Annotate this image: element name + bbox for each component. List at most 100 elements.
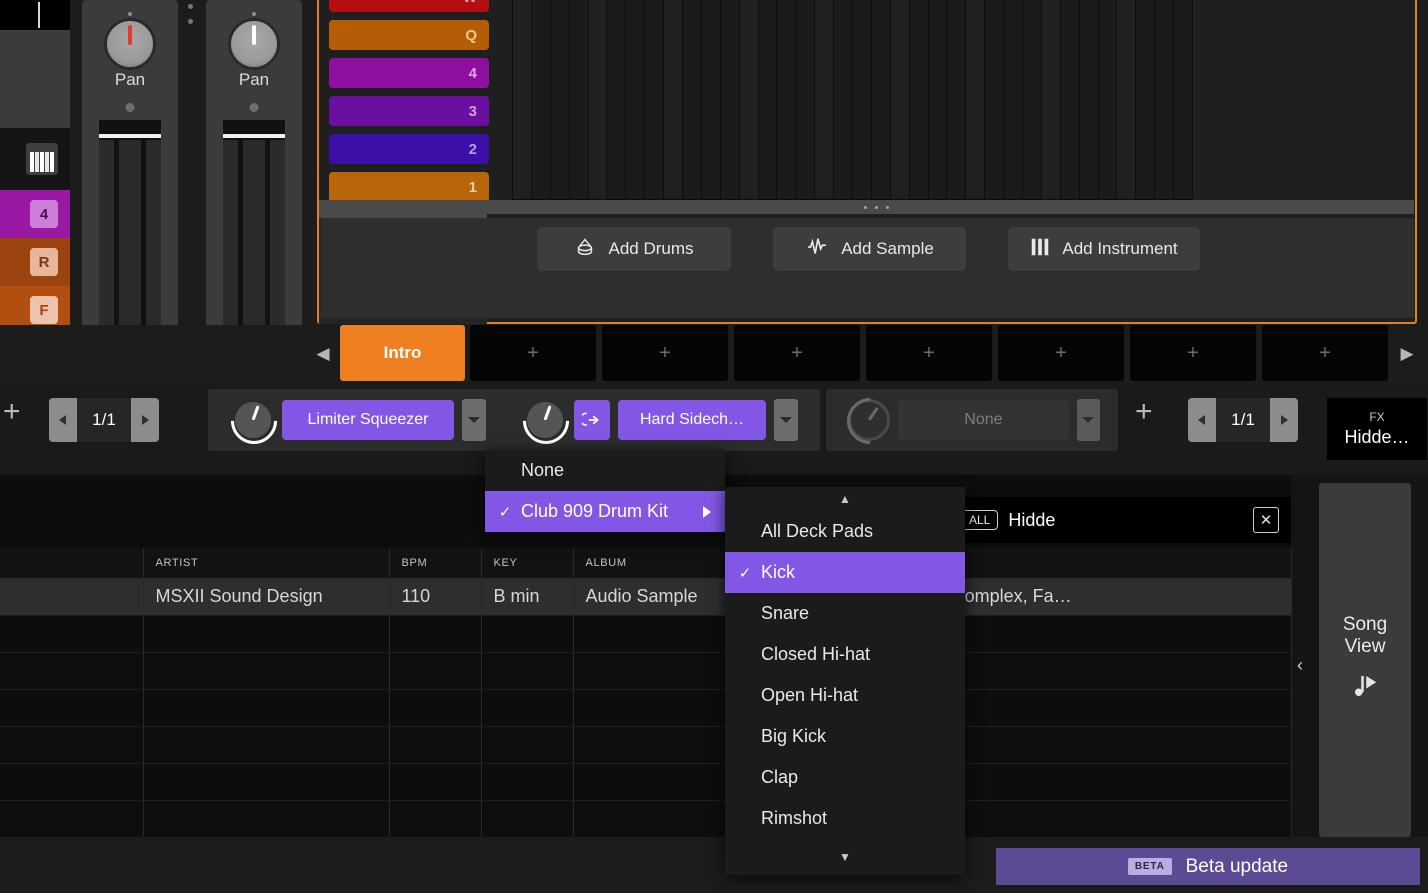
fx-slot-1-name[interactable]: Limiter Squeezer [282, 400, 454, 440]
scene-tab-add-3[interactable]: + [734, 325, 860, 381]
submenu-item-open-hihat[interactable]: Open Hi-hat [725, 675, 965, 716]
piano-roll-column[interactable] [796, 0, 815, 199]
fx-hidden-indicator[interactable]: FX Hidde… [1327, 398, 1427, 460]
browser-collapse-icon[interactable]: ‹ [1297, 655, 1303, 676]
piano-roll-column[interactable] [1061, 0, 1080, 199]
table-row[interactable] [0, 726, 1291, 763]
fx-pager-left-prev[interactable] [49, 398, 77, 442]
piano-roll-column[interactable] [721, 0, 740, 199]
fx-pager-left-next[interactable] [131, 398, 159, 442]
piano-roll-column[interactable] [777, 0, 796, 199]
search-clear-icon[interactable]: ✕ [1253, 507, 1279, 533]
fx-amount-knob-2[interactable] [524, 399, 566, 441]
fader-handle-1[interactable] [99, 118, 161, 140]
piano-roll-column[interactable] [966, 0, 985, 199]
search-bar[interactable]: ALL Hidde ✕ [949, 497, 1291, 543]
piano-roll-column[interactable] [702, 0, 721, 199]
col-header-0[interactable] [0, 548, 143, 578]
piano-roll-column[interactable] [1023, 0, 1042, 199]
table-row[interactable] [0, 689, 1291, 726]
fx-amount-knob-3[interactable] [848, 399, 890, 441]
piano-roll-column[interactable] [683, 0, 702, 199]
piano-roll-column[interactable] [1155, 0, 1174, 199]
fader-handle-2[interactable] [223, 118, 285, 140]
piano-roll-column[interactable] [513, 0, 532, 199]
scene-tab-add-1[interactable]: + [470, 325, 596, 381]
fx-menu-item-none[interactable]: None [485, 450, 725, 491]
deck-pad-w[interactable]: W [329, 0, 489, 12]
deck-pads-submenu[interactable]: ▲ All Deck Pads ✓ Kick Snare Closed Hi-h… [725, 487, 965, 875]
piano-roll-column[interactable] [1004, 0, 1023, 199]
table-row[interactable] [0, 763, 1291, 800]
table-row[interactable] [0, 615, 1291, 652]
deck-pad-4[interactable]: 4 [329, 58, 489, 88]
piano-roll-column[interactable] [815, 0, 834, 199]
piano-roll-column[interactable] [853, 0, 872, 199]
rail-button-keyboard[interactable] [0, 135, 70, 183]
scene-tab-add-7[interactable]: + [1262, 325, 1388, 381]
piano-roll-scrollbar[interactable] [319, 200, 1414, 214]
piano-roll-column[interactable] [589, 0, 608, 199]
search-input[interactable]: Hidde [1008, 510, 1243, 531]
fx-amount-knob-1[interactable] [232, 399, 274, 441]
fx-slot-2-dropdown[interactable] [774, 399, 798, 441]
piano-roll-column[interactable] [532, 0, 551, 199]
deck-pad-q[interactable]: Q [329, 20, 489, 50]
channel-menu-dots-icon[interactable] [188, 4, 193, 34]
add-instrument-button[interactable]: Add Instrument [1008, 227, 1200, 271]
table-row[interactable] [0, 800, 1291, 837]
piano-roll-column[interactable] [551, 0, 570, 199]
scene-next-arrow-icon[interactable]: ▶ [1396, 343, 1418, 365]
fx-dropdown-menu[interactable]: None ✓ Club 909 Drum Kit [485, 450, 725, 532]
fx-add-left-button[interactable]: + [3, 395, 21, 429]
scene-tab-add-2[interactable]: + [602, 325, 728, 381]
fx-slot-1-dropdown[interactable] [462, 399, 486, 441]
table-row[interactable]: MSXII Sound Design 110 B min Audio Sampl… [0, 578, 1291, 615]
piano-roll-column[interactable] [626, 0, 645, 199]
col-header-key[interactable]: KEY [481, 548, 573, 578]
scene-prev-arrow-icon[interactable]: ◀ [312, 343, 334, 365]
submenu-item-closed-hihat[interactable]: Closed Hi-hat [725, 634, 965, 675]
pan-knob-1[interactable] [103, 18, 157, 70]
beta-update-banner[interactable]: BETA Beta update [996, 848, 1420, 885]
add-drums-button[interactable]: Add Drums [537, 227, 731, 271]
scene-tab-add-4[interactable]: + [866, 325, 992, 381]
fx-slot-3[interactable]: None [838, 389, 1110, 451]
fx-slot-3-dropdown[interactable] [1077, 399, 1100, 441]
piano-roll-column[interactable] [740, 0, 759, 199]
submenu-item-snare[interactable]: Snare [725, 593, 965, 634]
fx-slot-2[interactable]: Hard Sidech… [514, 389, 814, 451]
fx-slot-2-name[interactable]: Hard Sidech… [618, 400, 766, 440]
piano-roll-column[interactable] [759, 0, 778, 199]
col-header-album[interactable]: ALBUM [573, 548, 728, 578]
fx-menu-item-club-909[interactable]: ✓ Club 909 Drum Kit [485, 491, 725, 532]
submenu-item-all-deck-pads[interactable]: All Deck Pads [725, 511, 965, 552]
submenu-item-rimshot[interactable]: Rimshot [725, 798, 965, 839]
song-view-panel[interactable]: Song View [1319, 483, 1411, 837]
piano-roll-column[interactable] [1080, 0, 1099, 199]
fx-pager-right-next[interactable] [1270, 398, 1298, 442]
table-row[interactable] [0, 652, 1291, 689]
submenu-scroll-up-icon[interactable]: ▲ [725, 487, 965, 511]
search-scope-all[interactable]: ALL [961, 510, 998, 530]
deck-pad-1[interactable]: 1 [329, 172, 489, 202]
fx-pager-right-prev[interactable] [1188, 398, 1216, 442]
piano-roll-column[interactable] [985, 0, 1004, 199]
piano-roll-column[interactable] [872, 0, 891, 199]
submenu-scroll-down-icon[interactable]: ▼ [725, 839, 965, 875]
mixer-channel-1[interactable]: Pan [82, 0, 178, 380]
piano-roll-column[interactable] [1174, 0, 1193, 199]
scene-tab-intro[interactable]: Intro [340, 325, 465, 381]
pan-knob-2[interactable] [227, 18, 281, 70]
deck-pad-2[interactable]: 2 [329, 134, 489, 164]
fx-slot-1[interactable]: Limiter Squeezer [222, 389, 510, 451]
fx-slot-3-name[interactable]: None [898, 400, 1069, 440]
piano-roll-column[interactable] [1117, 0, 1136, 199]
col-header-bpm[interactable]: BPM [389, 548, 481, 578]
deck-pad-3[interactable]: 3 [329, 96, 489, 126]
add-sample-button[interactable]: Add Sample [773, 227, 966, 271]
piano-roll-column[interactable] [929, 0, 948, 199]
rail-button-pad-r[interactable]: R [0, 238, 70, 286]
sidechain-arrow-icon[interactable] [574, 400, 610, 440]
scene-tab-add-5[interactable]: + [998, 325, 1124, 381]
